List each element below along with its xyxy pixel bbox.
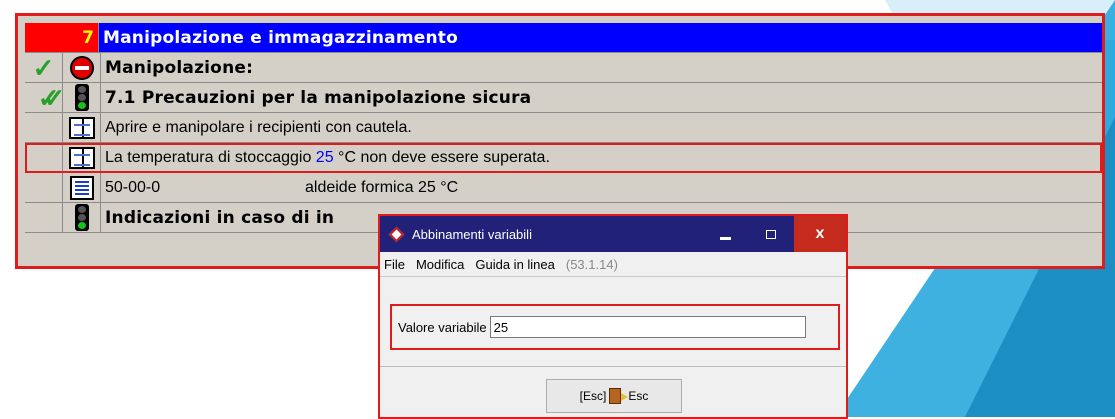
table-row-selected[interactable]: La temperatura di stoccaggio 25 °C non d…: [25, 143, 1102, 173]
row-text: La temperatura di stoccaggio 25 °C non d…: [101, 143, 1102, 172]
maximize-button[interactable]: [748, 216, 794, 252]
row-text-after: °C non deve essere superata.: [333, 148, 550, 166]
section-number: 7: [82, 27, 94, 48]
traffic-light-icon: [74, 84, 89, 111]
book-icon: [68, 146, 95, 169]
minimize-icon: [719, 236, 731, 240]
menu-guida[interactable]: Guida in linea: [475, 257, 555, 272]
table-row[interactable]: ✓✓ 7.1 Precauzioni per la manipolazione …: [25, 83, 1102, 113]
maximize-icon: [766, 229, 776, 239]
divider: [380, 366, 846, 367]
row-text: 7.1 Precauzioni per la manipolazione sic…: [105, 87, 532, 108]
cas-number: 50-00-0: [105, 178, 161, 196]
book-icon: [68, 116, 95, 139]
row-text: Aprire e manipolare i recipienti con cau…: [105, 118, 412, 136]
field-label: Valore variabile: [398, 319, 487, 335]
menu-modifica[interactable]: Modifica: [416, 257, 464, 272]
section-header-row[interactable]: 7 Manipolazione e immagazzinamento: [25, 23, 1102, 53]
substance-name: aldeide formica 25 °C: [305, 178, 459, 196]
close-button[interactable]: x: [794, 216, 846, 252]
table-row[interactable]: ✓ Manipolazione:: [25, 53, 1102, 83]
esc-label: Esc: [628, 389, 649, 403]
stop-icon: [69, 55, 94, 80]
exit-door-icon: [609, 388, 629, 404]
variable-value-input[interactable]: [489, 316, 806, 338]
version-label: (53.1.14): [565, 256, 618, 272]
list-icon: [69, 175, 94, 200]
section-title: Manipolazione e immagazzinamento: [99, 23, 1102, 52]
double-check-icon: ✓✓: [37, 82, 65, 113]
dialog-title: Abbinamenti variabili: [412, 226, 532, 242]
menu-file[interactable]: File: [384, 257, 405, 272]
row-cells: 50-00-0 aldeide formica 25 °C: [101, 173, 1102, 202]
dialog-titlebar[interactable]: Abbinamenti variabili x: [380, 216, 846, 252]
variable-dialog: Abbinamenti variabili x File Modifica Gu…: [378, 214, 848, 419]
menu-bar: File Modifica Guida in linea (53.1.14): [380, 252, 846, 277]
table-row[interactable]: Aprire e manipolare i recipienti con cau…: [25, 113, 1102, 143]
row-text: Manipolazione:: [105, 57, 254, 78]
variable-field-group: Valore variabile: [390, 304, 840, 350]
table-row[interactable]: 50-00-0 aldeide formica 25 °C: [25, 173, 1102, 203]
row-text-before: La temperatura di stoccaggio: [105, 148, 316, 166]
app-icon: [388, 226, 404, 242]
esc-shortcut: [Esc]: [579, 389, 607, 403]
section-number-cell: 7: [25, 23, 99, 52]
variable-value[interactable]: 25: [316, 149, 334, 167]
check-icon: ✓: [32, 52, 55, 83]
minimize-button[interactable]: [702, 216, 748, 252]
traffic-light-icon: [74, 204, 89, 231]
esc-button[interactable]: [Esc] Esc: [546, 379, 682, 413]
